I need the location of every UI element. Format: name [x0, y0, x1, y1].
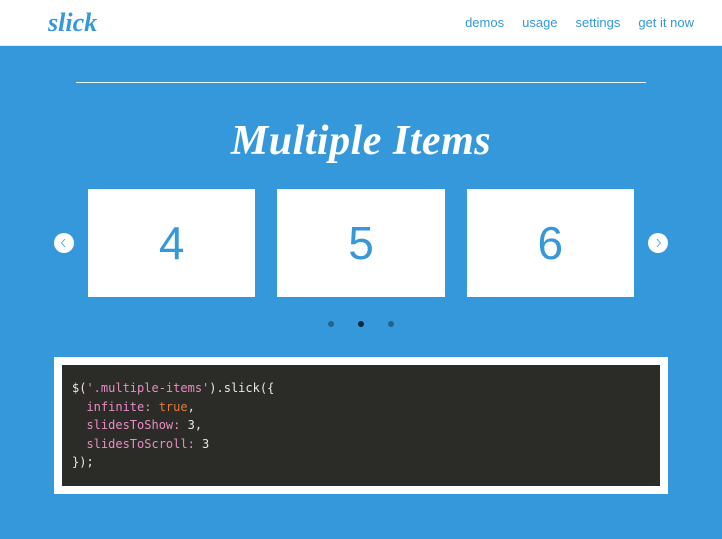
code-text: , [195, 418, 202, 432]
slide-item[interactable]: 4 [88, 189, 255, 297]
brand-logo[interactable]: slick [48, 8, 97, 38]
main-nav: demos usage settings get it now [465, 15, 694, 30]
nav-demos[interactable]: demos [465, 15, 504, 30]
code-key: slidesToScroll: [72, 437, 195, 451]
code-key: infinite: [72, 400, 151, 414]
chevron-right-icon [653, 238, 663, 248]
section-title: Multiple Items [46, 117, 676, 165]
code-number: 3 [195, 437, 209, 451]
code-text: , [188, 400, 195, 414]
code-key: slidesToShow: [72, 418, 180, 432]
nav-settings[interactable]: settings [576, 15, 621, 30]
page-body: Multiple Items 4 5 6 $('.multiple-items'… [0, 82, 722, 494]
topbar: slick demos usage settings get it now [0, 0, 722, 46]
code-text: ).slick({ [209, 381, 274, 395]
code-number: 3 [180, 418, 194, 432]
nav-get-it-now[interactable]: get it now [638, 15, 694, 30]
carousel-dot[interactable] [388, 321, 394, 327]
prev-arrow-button[interactable] [54, 233, 74, 253]
slide-item[interactable]: 6 [467, 189, 634, 297]
slide-item[interactable]: 5 [277, 189, 444, 297]
slides-track: 4 5 6 [88, 189, 634, 297]
code-text: $( [72, 381, 86, 395]
next-arrow-button[interactable] [648, 233, 668, 253]
code-text: }); [72, 455, 94, 469]
carousel-dot[interactable] [358, 321, 364, 327]
code-example-frame: $('.multiple-items').slick({ infinite: t… [54, 357, 668, 494]
code-bool: true [151, 400, 187, 414]
code-example: $('.multiple-items').slick({ infinite: t… [62, 365, 660, 486]
nav-usage[interactable]: usage [522, 15, 557, 30]
carousel-dots [46, 321, 676, 327]
code-selector: '.multiple-items' [86, 381, 209, 395]
divider [76, 82, 646, 83]
chevron-left-icon [59, 238, 69, 248]
carousel-dot[interactable] [328, 321, 334, 327]
carousel: 4 5 6 [46, 189, 676, 297]
